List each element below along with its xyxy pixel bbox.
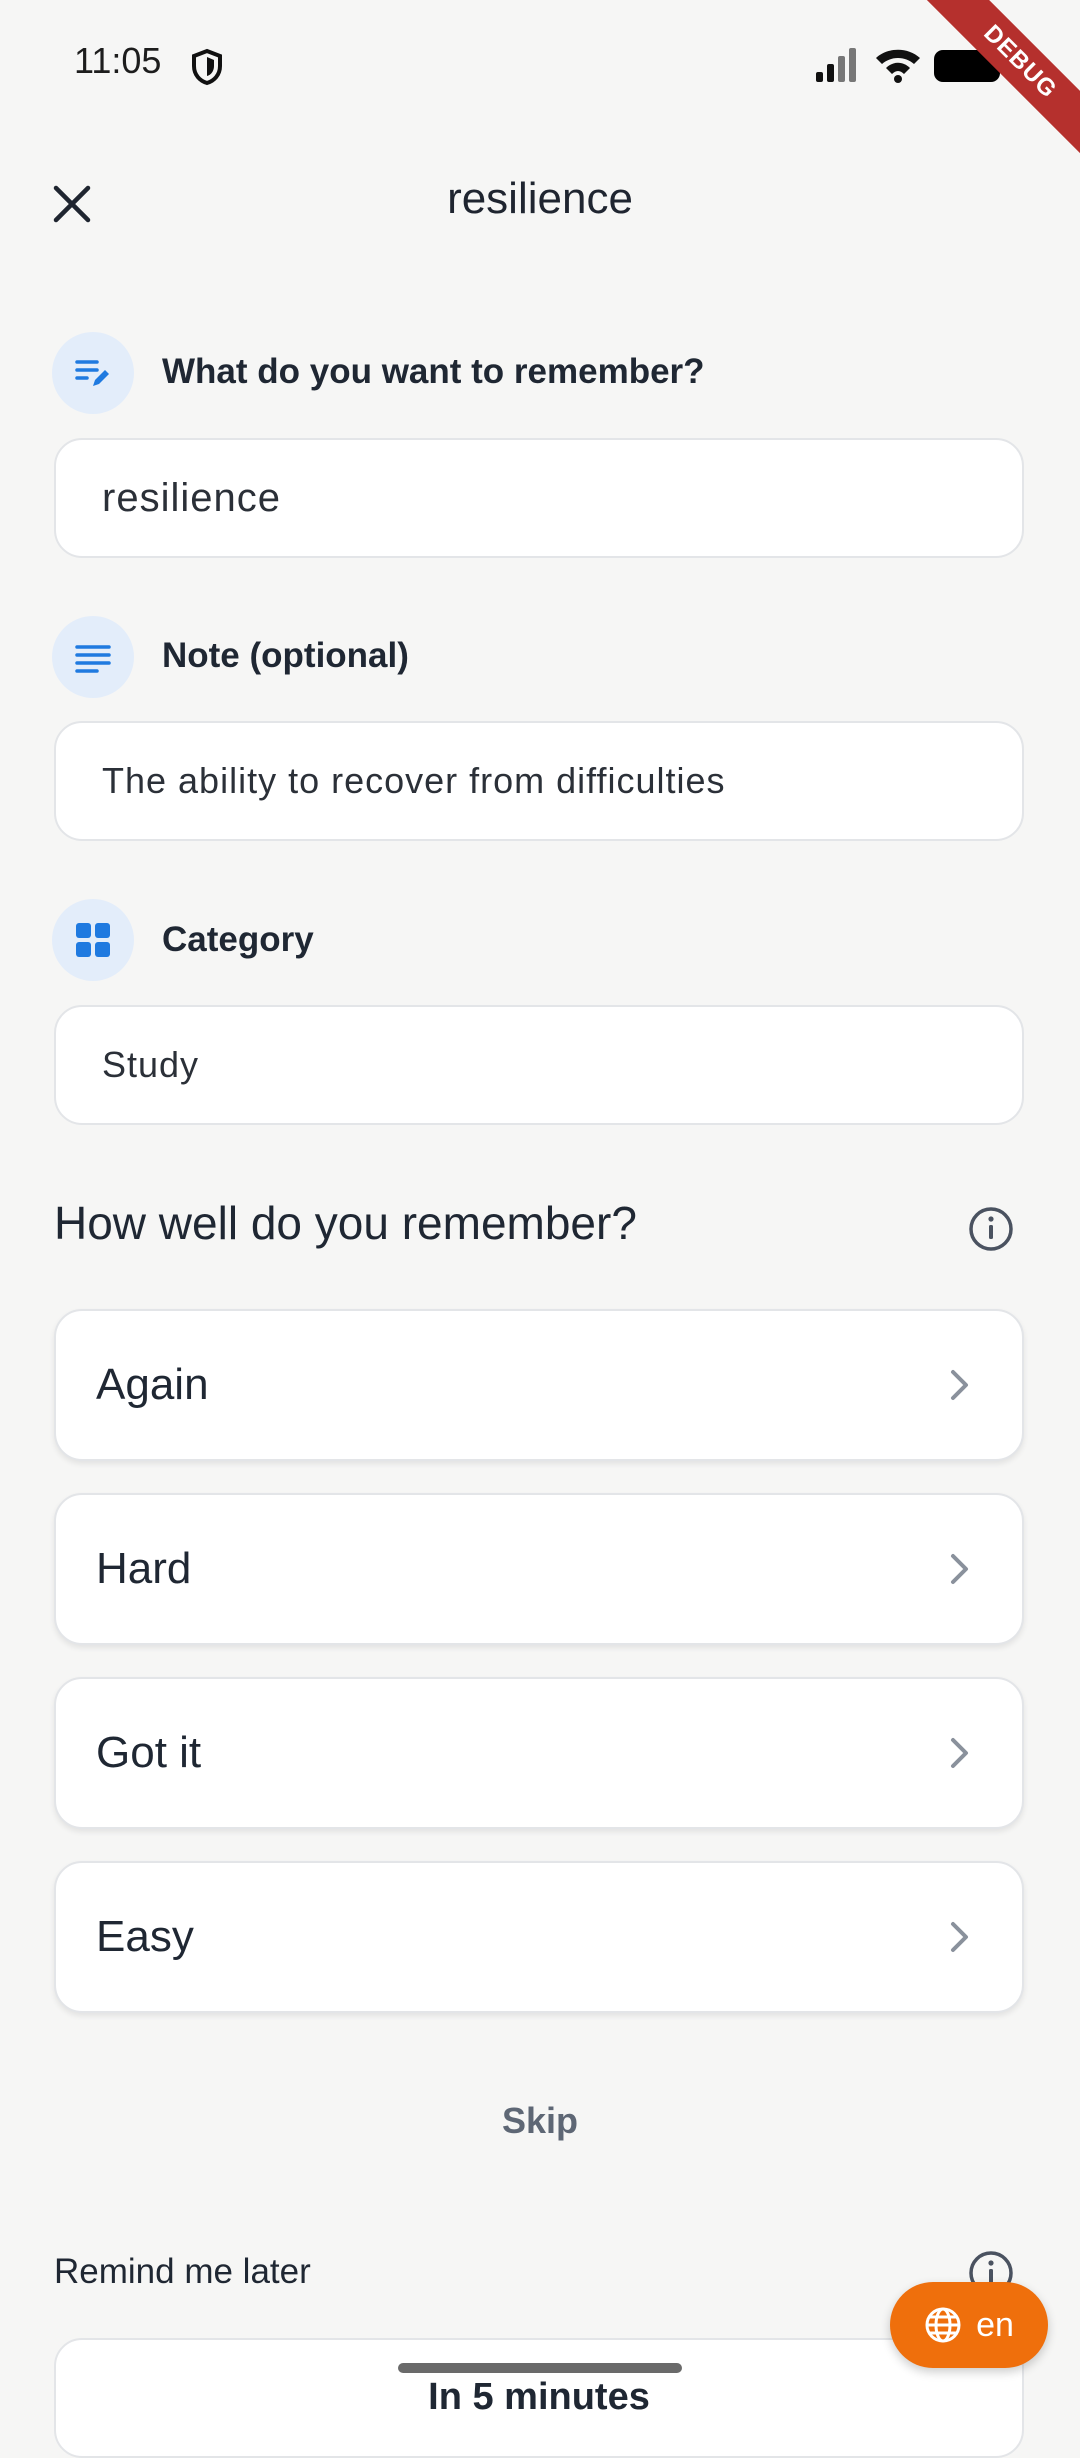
chevron-right-icon bbox=[951, 1738, 968, 1768]
category-select[interactable]: Study bbox=[54, 1005, 1024, 1125]
chevron-right-icon bbox=[951, 1554, 968, 1584]
remember-value: resilience bbox=[102, 475, 281, 520]
category-icon bbox=[52, 899, 134, 981]
rating-gotit-label: Got it bbox=[96, 1728, 202, 1777]
rating-hard-button[interactable]: Hard bbox=[54, 1493, 1024, 1645]
rating-gotit-button[interactable]: Got it bbox=[54, 1677, 1024, 1829]
chevron-right-icon bbox=[951, 1370, 968, 1400]
globe-icon bbox=[925, 2307, 961, 2343]
note-label: Note (optional) bbox=[162, 636, 409, 675]
remind-value: In 5 minutes bbox=[428, 2376, 650, 2418]
notes-icon bbox=[52, 616, 134, 698]
status-time: 11:05 bbox=[74, 40, 162, 81]
language-label: en bbox=[976, 2305, 1014, 2344]
edit-note-icon bbox=[52, 332, 134, 414]
language-button[interactable]: en bbox=[890, 2282, 1048, 2368]
signal-icon bbox=[816, 48, 856, 82]
info-icon[interactable] bbox=[968, 1206, 1014, 1252]
category-label: Category bbox=[162, 920, 314, 959]
remind-select[interactable]: In 5 minutes bbox=[54, 2338, 1024, 2458]
skip-button[interactable]: Skip bbox=[0, 2100, 1080, 2142]
chevron-right-icon bbox=[951, 1922, 968, 1952]
rating-again-label: Again bbox=[96, 1360, 209, 1409]
rating-hard-label: Hard bbox=[96, 1544, 192, 1593]
home-indicator[interactable] bbox=[398, 2363, 682, 2373]
rating-easy-label: Easy bbox=[96, 1912, 194, 1961]
page-title: resilience bbox=[447, 174, 633, 223]
remember-label: What do you want to remember? bbox=[162, 352, 705, 391]
remember-input[interactable]: resilience bbox=[54, 438, 1024, 558]
rating-easy-button[interactable]: Easy bbox=[54, 1861, 1024, 2013]
debug-label: DEBUG bbox=[912, 0, 1080, 170]
debug-banner: DEBUG bbox=[910, 0, 1080, 170]
rating-again-button[interactable]: Again bbox=[54, 1309, 1024, 1461]
note-input[interactable]: The ability to recover from difficulties bbox=[54, 721, 1024, 841]
note-value: The ability to recover from difficulties bbox=[102, 760, 726, 801]
remind-label: Remind me later bbox=[54, 2252, 311, 2291]
shield-icon bbox=[192, 48, 222, 86]
rating-heading: How well do you remember? bbox=[54, 1197, 637, 1249]
category-value: Study bbox=[102, 1044, 200, 1085]
